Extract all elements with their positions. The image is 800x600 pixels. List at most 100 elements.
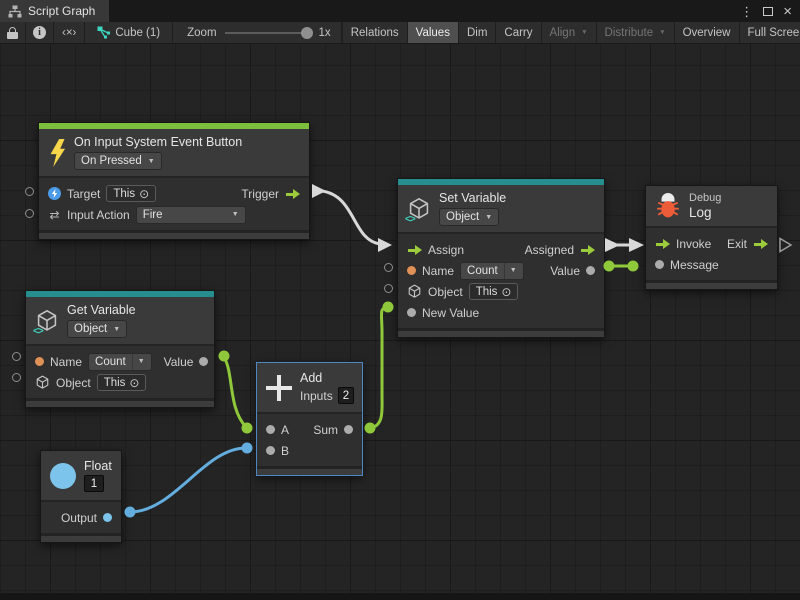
player-input-icon	[48, 187, 61, 200]
script-graph-icon	[8, 5, 22, 18]
target-label: Target	[67, 187, 100, 201]
node-footer	[398, 328, 604, 337]
node-debug-log[interactable]: Debug Log Invoke Exit Message	[645, 185, 778, 290]
full-screen-button[interactable]: Full Screen	[740, 22, 800, 43]
node-add[interactable]: Add Inputs 2 A Sum B	[256, 362, 363, 476]
node-category: Debug	[689, 192, 721, 204]
input-action-input-port[interactable]	[25, 209, 34, 218]
node-set-variable[interactable]: <> Set Variable Object ▼ Assign Assigned…	[397, 178, 605, 338]
invoke-label: Invoke	[676, 237, 711, 251]
cube-icon	[407, 284, 422, 299]
message-input-port[interactable]	[655, 260, 664, 269]
info-icon: i	[33, 26, 46, 39]
value-output-port[interactable]	[586, 266, 595, 275]
variable-kind-dropdown[interactable]: Object ▼	[439, 208, 499, 226]
target-picker-icon: ⊙	[129, 376, 139, 390]
node-title: Get Variable	[67, 303, 136, 317]
assigned-flow-port[interactable]	[580, 244, 595, 256]
align-button[interactable]: Align ▼	[542, 22, 597, 43]
b-label: B	[281, 444, 289, 458]
relations-button[interactable]: Relations	[342, 22, 408, 43]
name-port-dot[interactable]	[35, 357, 44, 366]
tab-bar: Script Graph ⋮ ×	[0, 0, 800, 22]
object-input-port[interactable]	[12, 373, 21, 382]
chevron-down-icon: ▼	[148, 158, 155, 165]
sum-label: Sum	[313, 423, 338, 437]
code-preview-button[interactable]: ‹×›	[54, 22, 85, 43]
float-value-field[interactable]: 1	[84, 475, 104, 492]
node-title: Float	[84, 459, 112, 473]
a-input-port[interactable]	[266, 425, 275, 434]
graph-target-label: Cube (1)	[115, 27, 160, 39]
name-label: Name	[422, 264, 454, 278]
output-port-row: Output	[41, 507, 121, 528]
b-input-port[interactable]	[266, 446, 275, 455]
chevron-down-icon: ▼	[504, 263, 517, 279]
exit-label: Exit	[727, 237, 747, 251]
target-picker-icon: ⊙	[501, 285, 511, 299]
output-port[interactable]	[103, 513, 112, 522]
input-action-port-row: ⇄ Input Action Fire ▼	[39, 204, 309, 225]
node-title: Set Variable	[439, 191, 506, 205]
menu-icon[interactable]: ⋮	[740, 5, 753, 18]
graph-target-button[interactable]: Cube (1)	[85, 22, 173, 43]
new-value-input-port[interactable]	[407, 308, 416, 317]
lock-button[interactable]	[0, 22, 26, 43]
value-output-port[interactable]	[199, 357, 208, 366]
chevron-down-icon: ▼	[113, 326, 120, 333]
message-label: Message	[670, 258, 719, 272]
code-preview-icon: ‹×›	[62, 27, 76, 39]
node-get-variable[interactable]: <> Get Variable Object ▼ Name Count ▼ Va…	[25, 290, 215, 408]
node-on-input-system-event-button[interactable]: On Input System Event Button On Pressed …	[38, 122, 310, 240]
variable-name-dropdown[interactable]: Count ▼	[88, 353, 152, 371]
name-input-port[interactable]	[12, 352, 21, 361]
maximize-icon[interactable]	[763, 7, 773, 16]
sum-output-port[interactable]	[344, 425, 353, 434]
carry-button[interactable]: Carry	[496, 22, 541, 43]
value-label: Value	[550, 264, 580, 278]
dim-button[interactable]: Dim	[459, 22, 496, 43]
object-this-pill[interactable]: This ⊙	[469, 283, 519, 300]
variable-kind-dropdown[interactable]: Object ▼	[67, 320, 127, 338]
object-input-port[interactable]	[384, 284, 393, 293]
name-port-dot[interactable]	[407, 266, 416, 275]
overview-button[interactable]: Overview	[675, 22, 740, 43]
target-picker-icon: ⊙	[139, 187, 149, 201]
values-button[interactable]: Values	[408, 22, 459, 43]
assigned-label: Assigned	[525, 243, 574, 257]
variable-name-dropdown[interactable]: Count ▼	[460, 262, 524, 280]
input-action-dropdown[interactable]: Fire ▼	[136, 206, 246, 224]
target-input-port[interactable]	[25, 187, 34, 196]
float-literal-icon	[50, 463, 76, 489]
node-footer	[39, 230, 309, 239]
lightning-bolt-icon	[48, 139, 66, 167]
output-label: Output	[61, 511, 97, 525]
graph-toolbar: i ‹×› Cube (1) Zoom 1x Relations Values	[0, 22, 800, 44]
chevron-down-icon: ▼	[132, 354, 145, 370]
new-value-label: New Value	[422, 306, 479, 320]
zoom-label: Zoom	[187, 27, 216, 39]
close-icon[interactable]: ×	[783, 4, 792, 19]
info-button[interactable]: i	[26, 22, 54, 43]
assign-flow-port[interactable]	[407, 244, 422, 256]
name-port-row: Name Count ▼ Value	[26, 351, 214, 372]
event-mode-dropdown[interactable]: On Pressed ▼	[74, 152, 162, 170]
window-controls: ⋮ ×	[740, 0, 800, 22]
tab-script-graph[interactable]: Script Graph	[0, 0, 109, 22]
invoke-port-row: Invoke Exit	[646, 233, 777, 254]
object-port-row: Object This ⊙	[398, 281, 604, 302]
zoom-slider[interactable]	[225, 22, 311, 44]
object-this-pill[interactable]: This ⊙	[97, 374, 147, 391]
chevron-down-icon: ▼	[485, 214, 492, 221]
zoom-slider-handle[interactable]	[301, 27, 313, 39]
name-input-port[interactable]	[384, 263, 393, 272]
inputs-count-field[interactable]: 2	[338, 387, 354, 404]
exit-flow-port[interactable]	[753, 238, 768, 250]
invoke-flow-port[interactable]	[655, 238, 670, 250]
target-object-pill[interactable]: This ⊙	[106, 185, 156, 202]
plus-icon	[266, 375, 292, 401]
distribute-button[interactable]: Distribute ▼	[597, 22, 675, 43]
trigger-flow-port[interactable]	[285, 188, 300, 200]
node-float[interactable]: Float 1 Output	[40, 450, 122, 543]
variable-cube-icon: <>	[35, 309, 59, 333]
